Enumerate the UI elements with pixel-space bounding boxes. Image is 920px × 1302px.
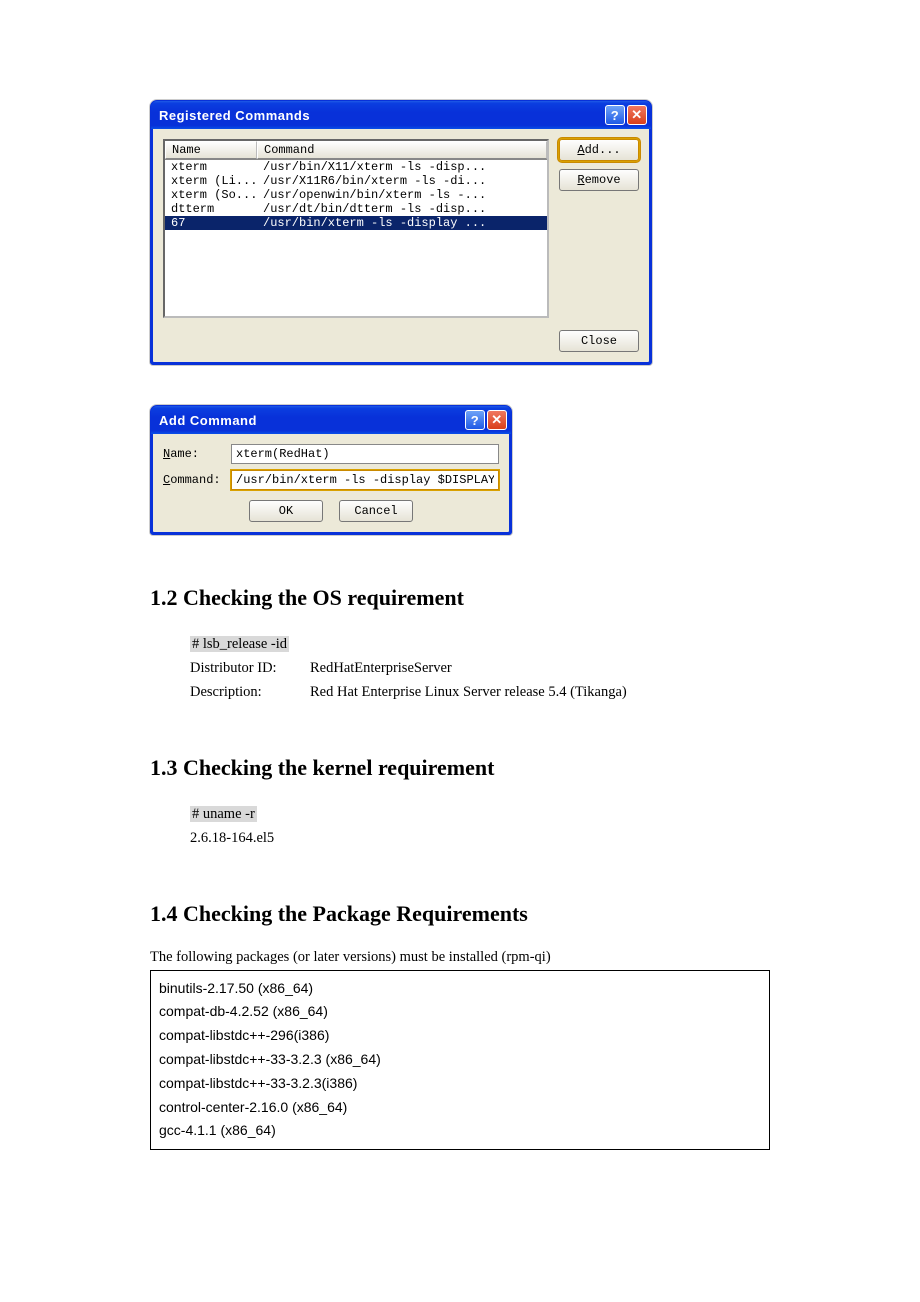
output-key: Description: — [190, 681, 310, 705]
cell-name: xterm (So... — [165, 188, 257, 202]
name-field[interactable] — [231, 444, 499, 464]
help-icon[interactable]: ? — [465, 410, 485, 430]
close-button[interactable]: Close — [559, 330, 639, 352]
section-heading: 1.2 Checking the OS requirement — [150, 585, 770, 611]
remove-button[interactable]: Remove — [559, 169, 639, 191]
close-icon[interactable]: ✕ — [487, 410, 507, 430]
commands-listbox[interactable]: Name Command xterm/usr/bin/X11/xterm -ls… — [163, 139, 549, 318]
command-text: # lsb_release -id — [190, 636, 289, 652]
titlebar[interactable]: Add Command ? ✕ — [151, 406, 511, 434]
output-key: Distributor ID: — [190, 657, 310, 681]
add-button[interactable]: Add... — [559, 139, 639, 161]
help-icon[interactable]: ? — [605, 105, 625, 125]
package-list: binutils-2.17.50 (x86_64)compat-db-4.2.5… — [150, 970, 770, 1151]
command-label: Command: — [163, 473, 223, 487]
list-row[interactable]: xterm (So.../usr/openwin/bin/xterm -ls -… — [165, 188, 547, 202]
cell-command: /usr/bin/X11/xterm -ls -disp... — [257, 160, 547, 174]
list-row[interactable]: 67/usr/bin/xterm -ls -display ... — [165, 216, 547, 230]
list-row[interactable]: xterm/usr/bin/X11/xterm -ls -disp... — [165, 160, 547, 174]
col-header-name[interactable]: Name — [165, 141, 257, 159]
list-row[interactable]: xterm (Li.../usr/X11R6/bin/xterm -ls -di… — [165, 174, 547, 188]
package-item: compat-libstdc++-296(i386) — [159, 1024, 761, 1048]
cell-command: /usr/X11R6/bin/xterm -ls -di... — [257, 174, 547, 188]
output-text: 2.6.18-164.el5 — [190, 827, 770, 851]
cell-name: xterm (Li... — [165, 174, 257, 188]
section-heading: 1.3 Checking the kernel requirement — [150, 755, 770, 781]
window-title: Registered Commands — [159, 108, 310, 123]
cell-command: /usr/dt/bin/dtterm -ls -disp... — [257, 202, 547, 216]
titlebar[interactable]: Registered Commands ? ✕ — [151, 101, 651, 129]
cell-name: dtterm — [165, 202, 257, 216]
package-item: control-center-2.16.0 (x86_64) — [159, 1096, 761, 1120]
list-header: Name Command — [165, 141, 547, 160]
col-header-command[interactable]: Command — [257, 141, 547, 159]
close-icon[interactable]: ✕ — [627, 105, 647, 125]
code-block: # lsb_release -id Distributor ID: RedHat… — [190, 633, 770, 705]
output-val: RedHatEnterpriseServer — [310, 657, 452, 681]
ok-button[interactable]: OK — [249, 500, 323, 522]
window-title: Add Command — [159, 413, 257, 428]
cell-command: /usr/bin/xterm -ls -display ... — [257, 216, 547, 230]
section-heading: 1.4 Checking the Package Requirements — [150, 901, 770, 927]
output-val: Red Hat Enterprise Linux Server release … — [310, 681, 627, 705]
add-command-dialog: Add Command ? ✕ Name: Command: OK Cancel — [150, 405, 512, 535]
package-item: compat-libstdc++-33-3.2.3(i386) — [159, 1072, 761, 1096]
cell-name: 67 — [165, 216, 257, 230]
package-item: gcc-4.1.1 (x86_64) — [159, 1119, 761, 1143]
command-text: # uname -r — [190, 806, 257, 822]
package-item: binutils-2.17.50 (x86_64) — [159, 977, 761, 1001]
package-item: compat-db-4.2.52 (x86_64) — [159, 1000, 761, 1024]
code-block: # uname -r 2.6.18-164.el5 — [190, 803, 770, 851]
cancel-button[interactable]: Cancel — [339, 500, 413, 522]
registered-commands-dialog: Registered Commands ? ✕ Name Command xte… — [150, 100, 652, 365]
name-label: Name: — [163, 447, 223, 461]
intro-text: The following packages (or later version… — [150, 949, 770, 966]
list-row[interactable]: dtterm/usr/dt/bin/dtterm -ls -disp... — [165, 202, 547, 216]
command-field[interactable] — [231, 470, 499, 490]
cell-command: /usr/openwin/bin/xterm -ls -... — [257, 188, 547, 202]
cell-name: xterm — [165, 160, 257, 174]
package-item: compat-libstdc++-33-3.2.3 (x86_64) — [159, 1048, 761, 1072]
